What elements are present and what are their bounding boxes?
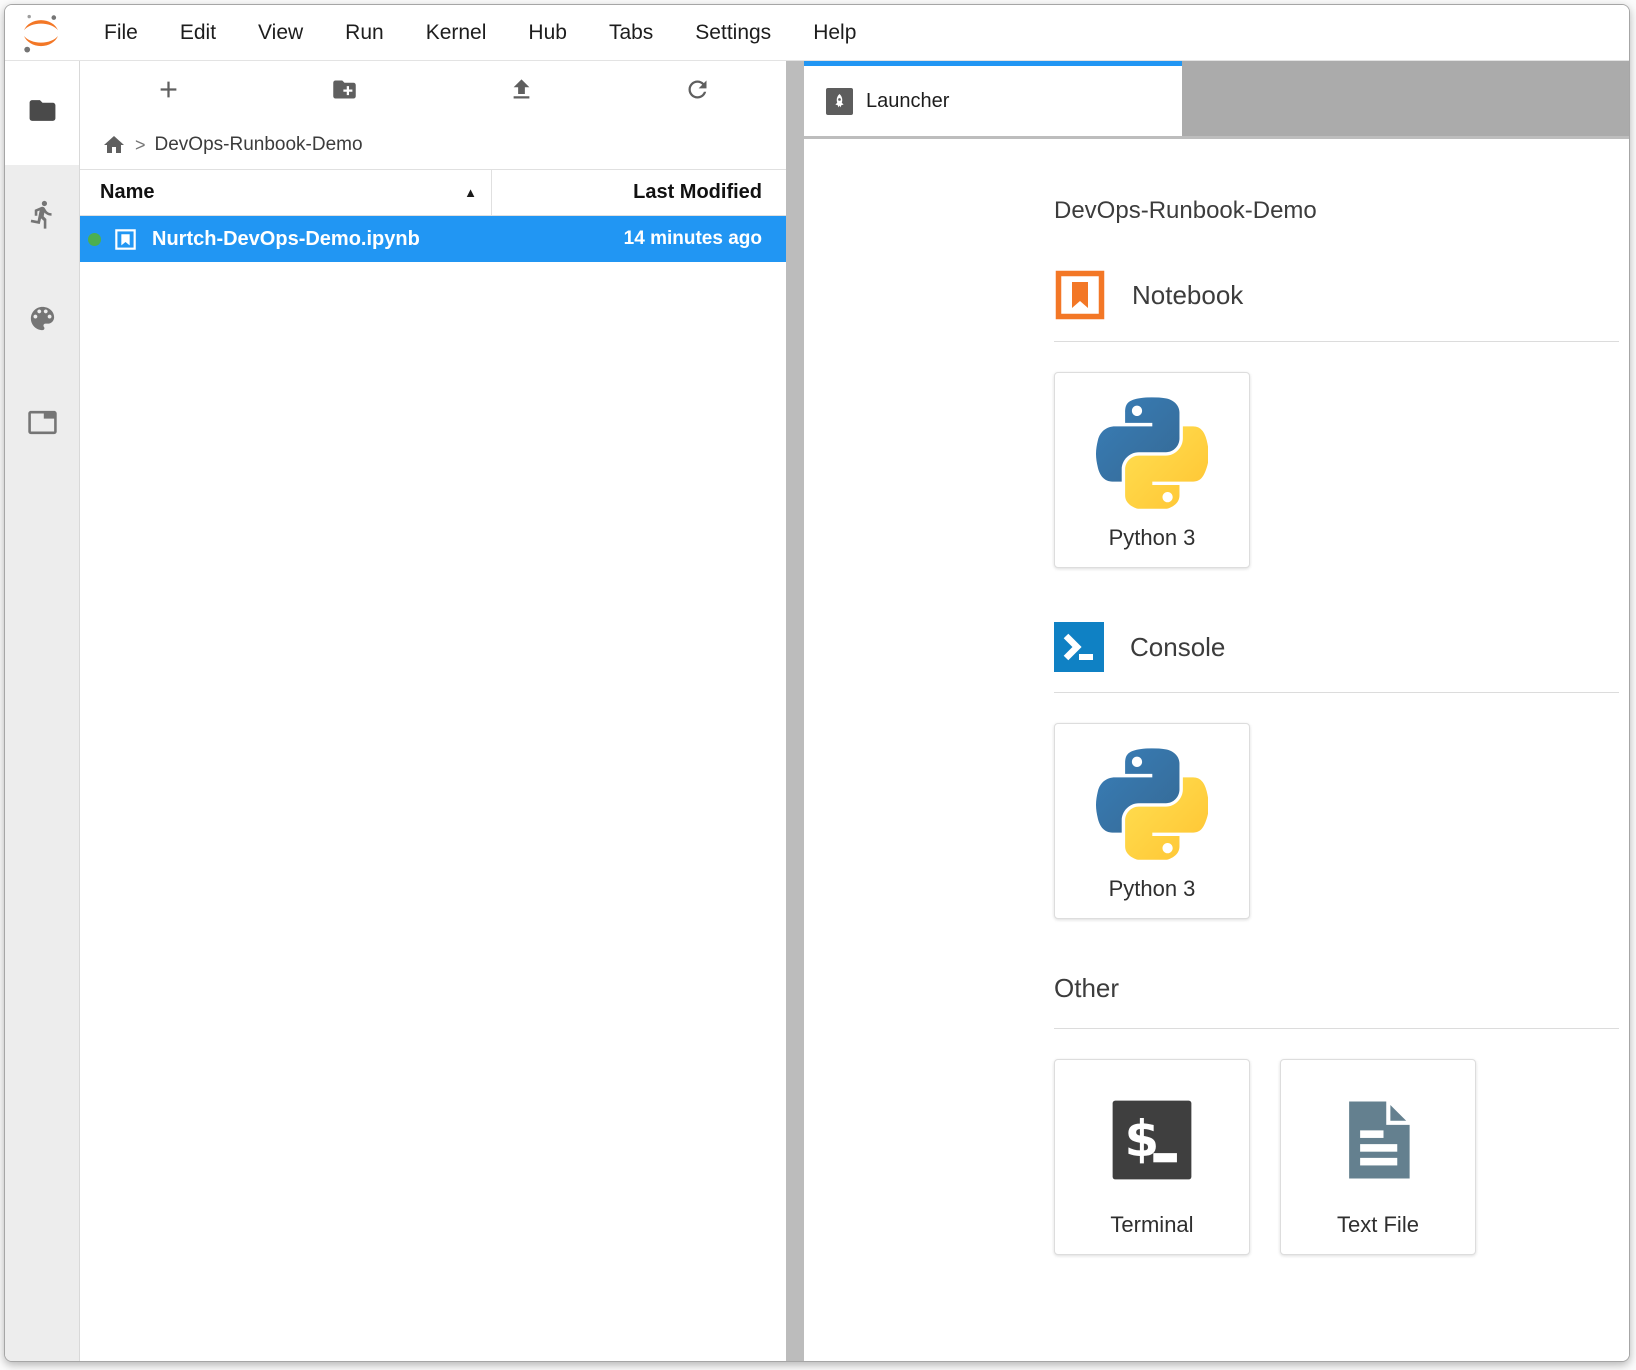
launcher-card-notebook-python3[interactable]: Python 3 <box>1054 372 1250 568</box>
folder-icon <box>27 95 58 131</box>
new-folder-icon <box>331 76 358 106</box>
palette-icon <box>27 303 58 339</box>
menu-tabs[interactable]: Tabs <box>588 21 674 45</box>
refresh-button[interactable] <box>610 61 787 121</box>
python-logo-icon <box>1096 724 1208 876</box>
sort-ascending-icon: ▲ <box>464 185 477 200</box>
activity-bar <box>5 61 80 1361</box>
menu-edit[interactable]: Edit <box>159 21 237 45</box>
upload-button[interactable] <box>433 61 610 121</box>
upload-icon <box>508 76 535 106</box>
launcher-cwd-title: DevOps-Runbook-Demo <box>1054 197 1619 225</box>
console-section-header: Console <box>1054 622 1619 693</box>
notebook-file-icon <box>113 227 138 252</box>
text-file-icon <box>1334 1060 1422 1212</box>
name-column-label: Name <box>100 181 154 204</box>
launcher-card-text-file[interactable]: Text File <box>1280 1059 1476 1255</box>
file-browser-panel: > DevOps-Runbook-Demo Name ▲ Last Modifi… <box>80 61 786 1361</box>
card-label: Text File <box>1337 1212 1419 1238</box>
file-listing-header: Name ▲ Last Modified <box>80 169 786 216</box>
running-icon <box>27 199 58 235</box>
jupyterlab-window: File Edit View Run Kernel Hub Tabs Setti… <box>4 4 1630 1362</box>
menu-hub[interactable]: Hub <box>507 21 588 45</box>
console-cards: Python 3 <box>1054 723 1619 919</box>
notebook-section-header: Notebook <box>1054 269 1619 342</box>
python-logo-icon <box>1096 373 1208 525</box>
file-last-modified: 14 minutes ago <box>624 228 786 250</box>
notebook-section-label: Notebook <box>1132 280 1243 311</box>
other-section-label: Other <box>1054 973 1119 1004</box>
notebook-cards: Python 3 <box>1054 372 1619 568</box>
menu-bar: File Edit View Run Kernel Hub Tabs Setti… <box>5 5 1629 61</box>
refresh-icon <box>684 76 711 106</box>
main-dock-area: Launcher DevOps-Runbook-Demo Notebook <box>804 61 1629 1361</box>
breadcrumb-separator: > <box>135 135 146 156</box>
plus-icon <box>155 76 182 106</box>
column-header-last-modified[interactable]: Last Modified <box>492 170 786 215</box>
tab-launcher[interactable]: Launcher <box>804 61 1182 136</box>
menu-run[interactable]: Run <box>324 21 405 45</box>
notebook-icon <box>1054 269 1106 321</box>
launcher-card-terminal[interactable]: $ Terminal <box>1054 1059 1250 1255</box>
sidebar-tab-running-sessions[interactable] <box>5 165 79 269</box>
tab-launcher-label: Launcher <box>866 90 949 113</box>
menu-view[interactable]: View <box>237 21 324 45</box>
home-icon[interactable] <box>102 133 126 157</box>
menu-help[interactable]: Help <box>792 21 877 45</box>
dock-tab-bar: Launcher <box>804 61 1629 139</box>
terminal-icon: $ <box>1110 1060 1194 1212</box>
file-name: Nurtch-DevOps-Demo.ipynb <box>152 228 624 251</box>
menu-file[interactable]: File <box>83 21 159 45</box>
sidebar-tab-command-palette[interactable] <box>5 269 79 373</box>
breadcrumb: > DevOps-Runbook-Demo <box>80 121 786 169</box>
launcher-panel: DevOps-Runbook-Demo Notebook <box>804 139 1629 1361</box>
new-folder-button[interactable] <box>257 61 434 121</box>
card-label: Terminal <box>1110 1212 1193 1238</box>
kernel-running-dot <box>88 233 101 246</box>
file-row-selected[interactable]: Nurtch-DevOps-Demo.ipynb 14 minutes ago <box>80 216 786 262</box>
file-browser-toolbar <box>80 61 786 121</box>
sidebar-tab-file-browser[interactable] <box>5 61 79 165</box>
console-icon <box>1054 622 1104 672</box>
launcher-section-console: Console Python 3 <box>1054 622 1619 919</box>
menu-kernel[interactable]: Kernel <box>405 21 508 45</box>
launcher-section-notebook: Notebook Python 3 <box>1054 269 1619 568</box>
breadcrumb-current-folder[interactable]: DevOps-Runbook-Demo <box>155 134 363 156</box>
panel-splitter[interactable] <box>786 61 804 1361</box>
launcher-section-other: Other $ Terminal <box>1054 973 1619 1255</box>
card-label: Python 3 <box>1109 876 1196 902</box>
last-modified-column-label: Last Modified <box>633 181 762 204</box>
other-section-header: Other <box>1054 973 1619 1029</box>
menu-settings[interactable]: Settings <box>674 21 792 45</box>
other-cards: $ Terminal <box>1054 1059 1619 1255</box>
launcher-card-console-python3[interactable]: Python 3 <box>1054 723 1250 919</box>
card-label: Python 3 <box>1109 525 1196 551</box>
column-header-name[interactable]: Name ▲ <box>80 170 492 215</box>
new-launcher-button[interactable] <box>80 61 257 121</box>
jupyter-logo-icon <box>19 11 63 55</box>
screenshot-stage: File Edit View Run Kernel Hub Tabs Setti… <box>0 0 1636 1370</box>
sidebar-tab-open-tabs[interactable] <box>5 373 79 477</box>
launcher-rocket-icon <box>826 88 853 115</box>
console-section-label: Console <box>1130 632 1225 663</box>
tabs-icon <box>27 407 58 443</box>
